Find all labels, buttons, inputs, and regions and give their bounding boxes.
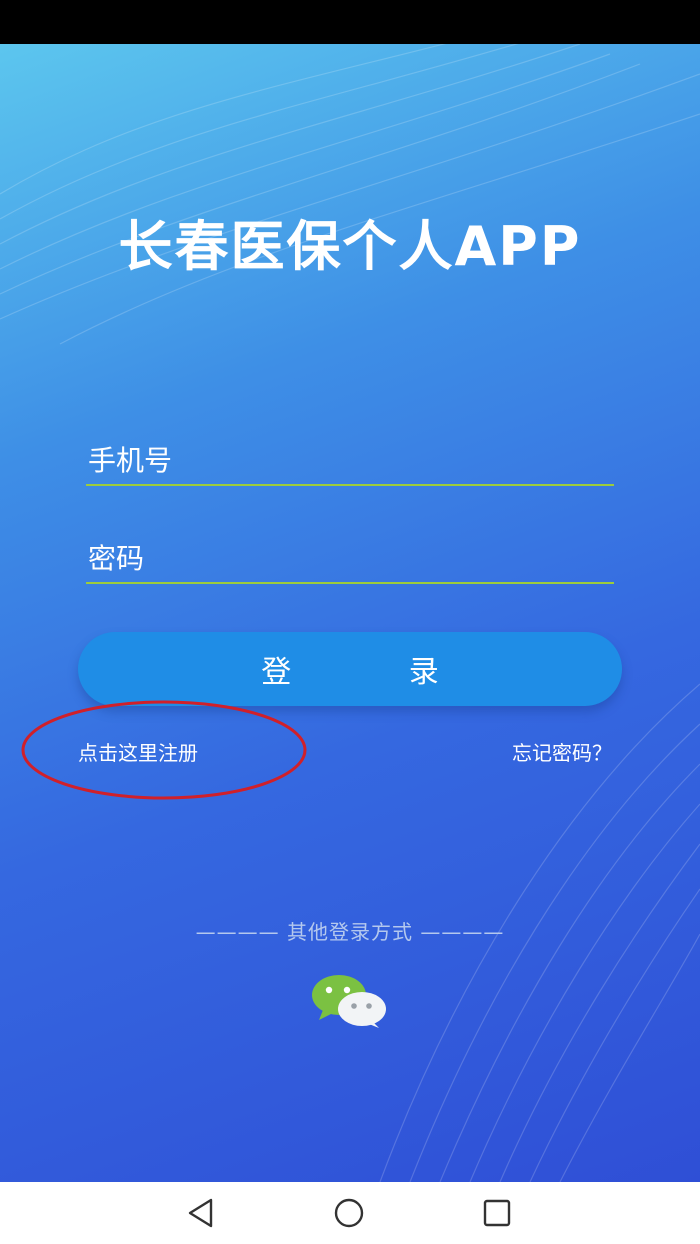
home-circle-icon[interactable] (332, 1196, 366, 1230)
password-field (86, 534, 614, 584)
navigation-bar (0, 1182, 700, 1244)
password-input[interactable] (86, 534, 614, 582)
back-triangle-icon[interactable] (184, 1196, 218, 1230)
register-link[interactable]: 点击这里注册 (78, 737, 198, 766)
wechat-icon (312, 975, 386, 1028)
forgot-password-link[interactable]: 忘记密码？ (512, 737, 612, 766)
phone-input[interactable] (86, 436, 614, 484)
app-title: 长春医保个人APP (118, 215, 582, 278)
phone-field (86, 436, 614, 486)
status-bar (0, 0, 700, 44)
login-screen: 长春医保个人APP 登 录 点击这里注册 忘记密码？ ———— 其他登录方式 —… (0, 44, 700, 1182)
wechat-login-button[interactable] (309, 974, 389, 1028)
login-button[interactable]: 登 录 (78, 632, 622, 706)
other-login-label: ———— 其他登录方式 ———— (195, 920, 505, 944)
recent-apps-square-icon[interactable] (480, 1196, 514, 1230)
